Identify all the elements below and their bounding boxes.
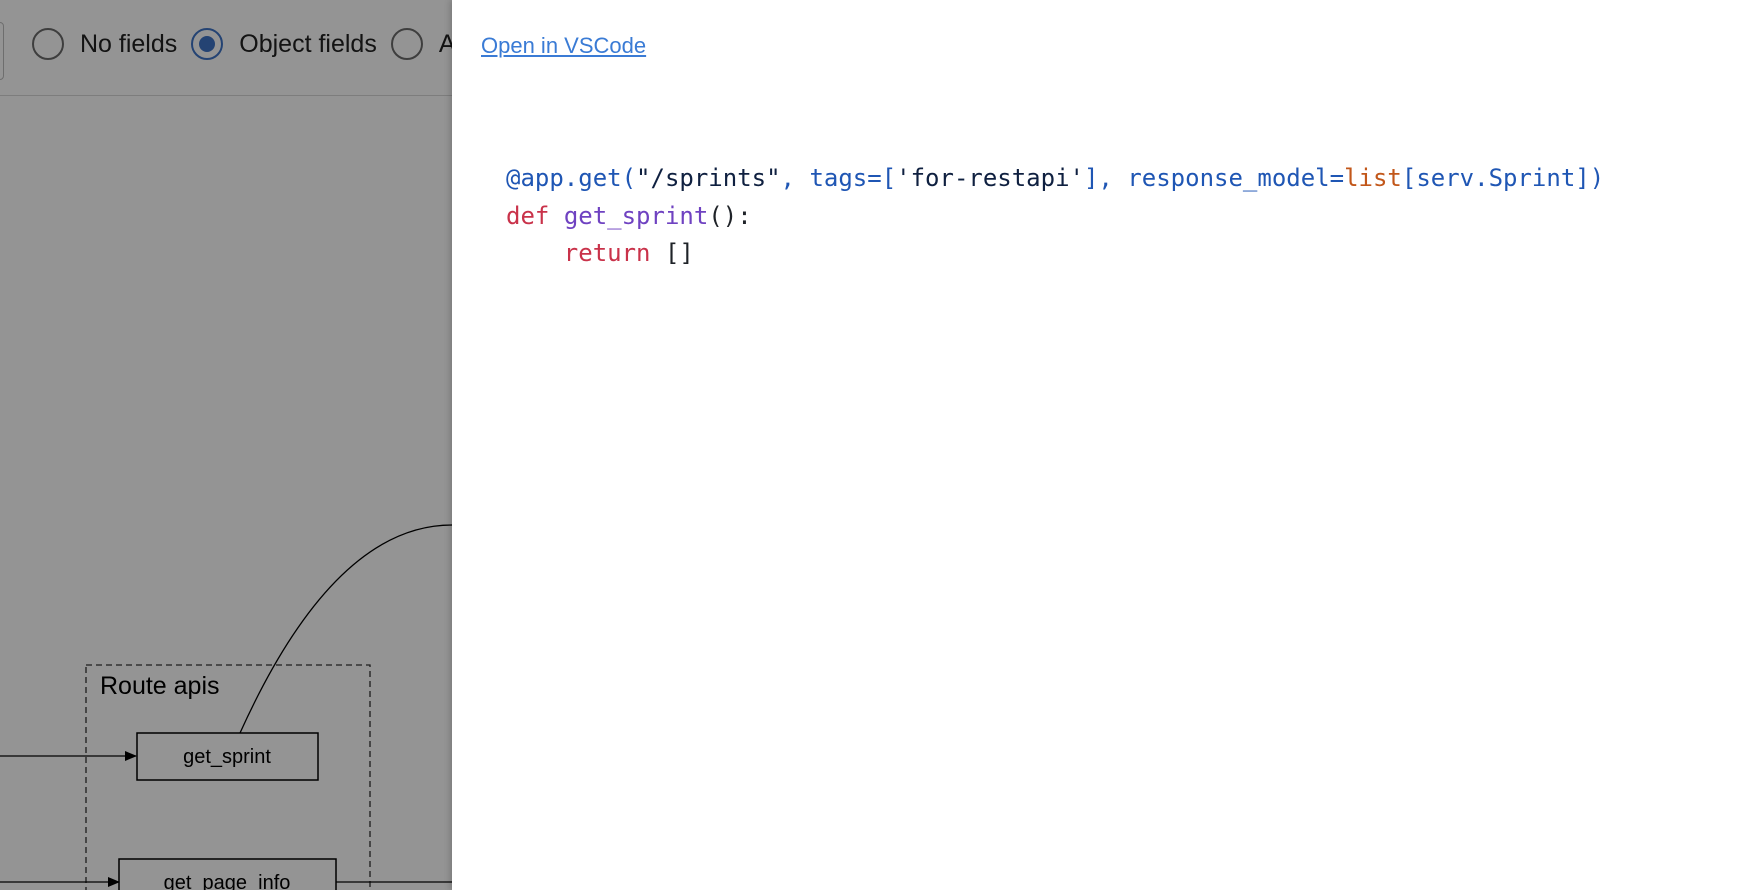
code-decorator: @app.get( (506, 164, 637, 192)
code-line-1: @app.get("/sprints", tags=['for-restapi'… (506, 164, 1604, 192)
node-get-sprint[interactable]: get_sprint (136, 732, 319, 781)
graph-edge (239, 524, 452, 734)
cluster-route-apis: Route apis (85, 664, 371, 890)
code-function-name: get_sprint (563, 201, 709, 230)
dependency-graph: Route apis get_sprint get_page_info (0, 524, 452, 890)
node-label: get_sprint (183, 746, 271, 768)
code-punctuation: [] (650, 239, 694, 267)
source-code-block: @app.get("/sprints", tags=['for-restapi'… (506, 160, 1604, 273)
code-line-3: return [] (506, 239, 694, 267)
code-punctuation: (): (708, 201, 752, 230)
code-keyword: def (506, 201, 550, 230)
code-line-2: def get_sprint(): (506, 202, 752, 230)
node-label: get_page_info (164, 872, 291, 890)
code-argument: ], response_model= (1083, 164, 1345, 192)
diagram-view: No fields Object fields A Route apis get… (0, 0, 452, 890)
page: No fields Object fields A Route apis get… (0, 0, 1764, 890)
code-string: 'for-restapi' (896, 164, 1084, 192)
code-drawer: Open in VSCode @app.get("/sprints", tags… (452, 0, 1764, 890)
code-keyword: return (563, 239, 651, 267)
code-builtin: list (1344, 164, 1402, 192)
code-argument: , tags=[ (780, 164, 897, 192)
cluster-label: Route apis (100, 672, 220, 700)
open-in-vscode-link[interactable]: Open in VSCode (481, 33, 646, 59)
node-get-page-info[interactable]: get_page_info (118, 858, 337, 890)
code-string: "/sprints" (636, 164, 781, 192)
code-type: [serv.Sprint]) (1401, 164, 1605, 192)
